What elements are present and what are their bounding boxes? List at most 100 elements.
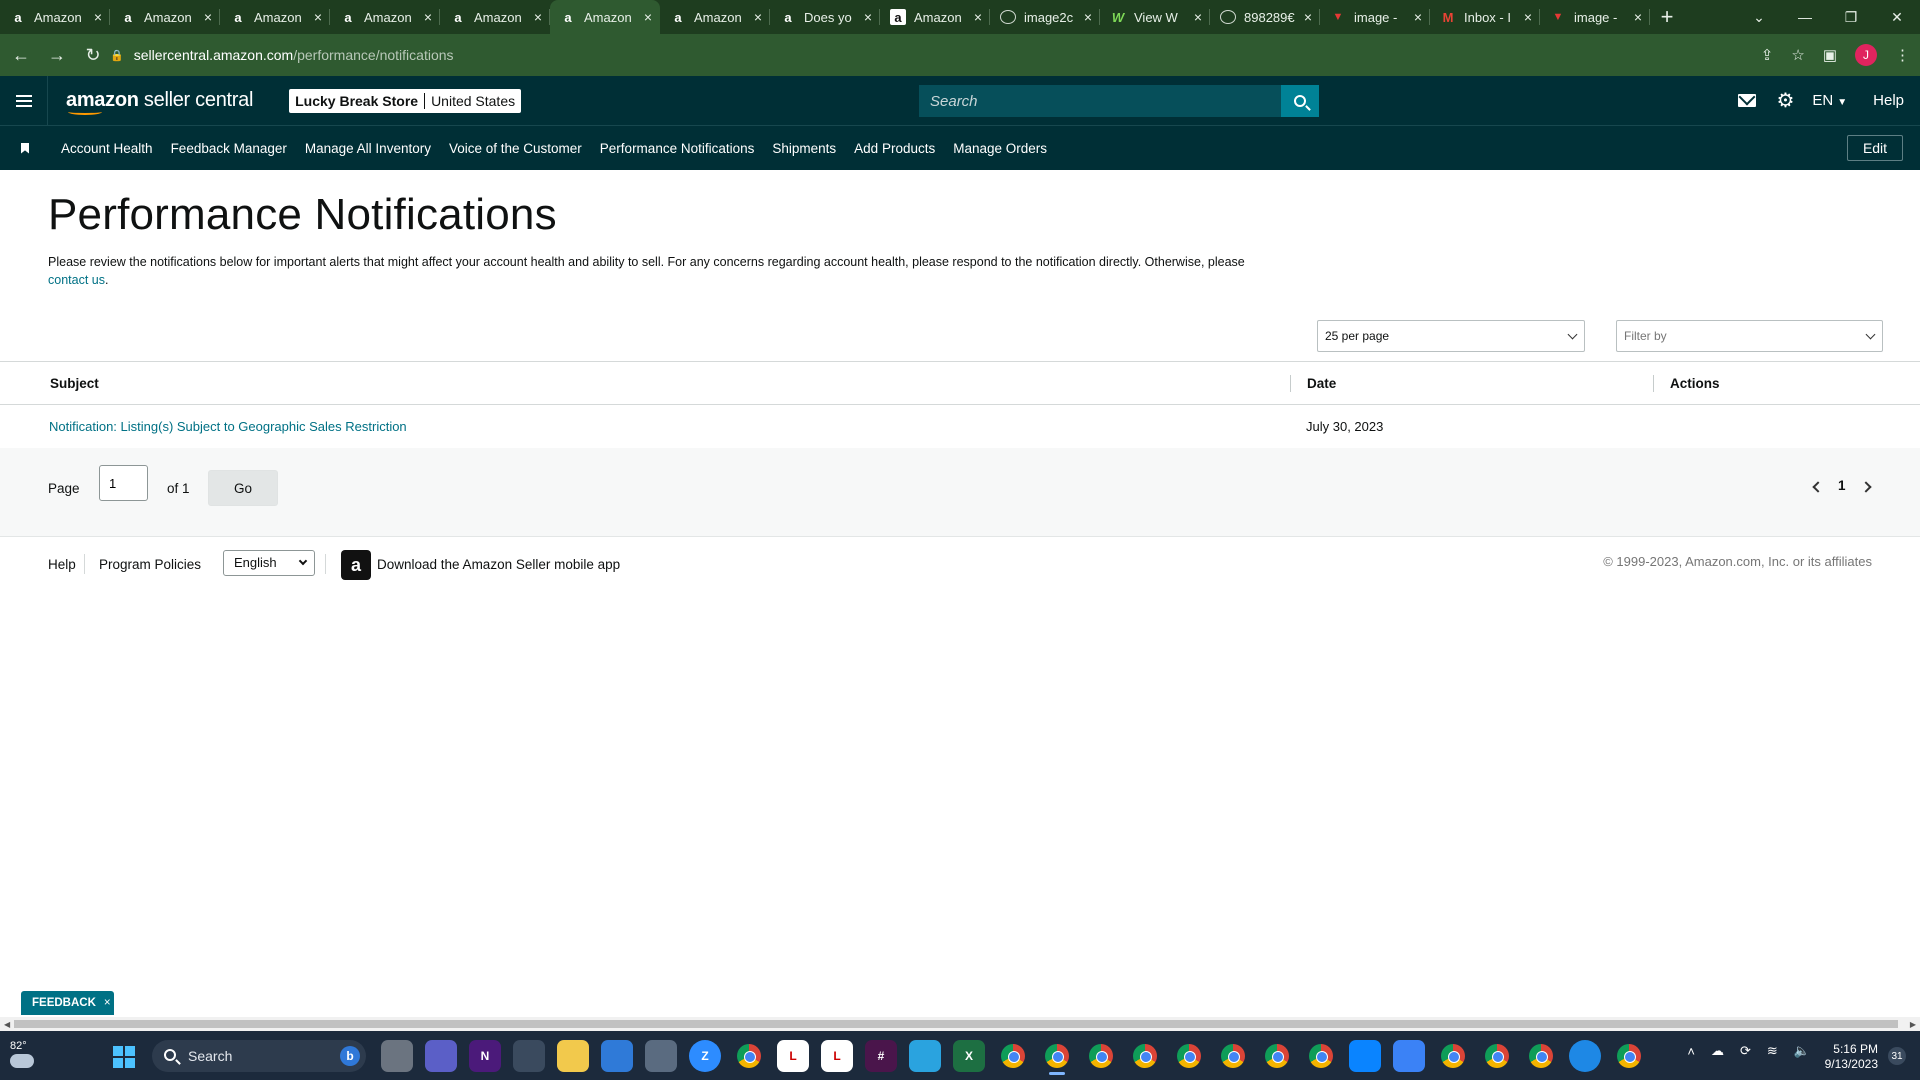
close-tab-icon[interactable]: × (974, 9, 982, 25)
browser-tab[interactable]: ▼ image - × (1540, 0, 1650, 34)
current-page-number[interactable]: 1 (1838, 478, 1846, 493)
browser-tab[interactable]: a Amazon × (330, 0, 440, 34)
amazon-app-icon[interactable]: a (341, 550, 371, 580)
zoom-icon[interactable]: Z (689, 1040, 721, 1072)
feedback-button[interactable]: FEEDBACK × (21, 991, 114, 1015)
close-tab-icon[interactable]: × (864, 9, 872, 25)
search-button[interactable] (1281, 85, 1319, 117)
taskbar-search[interactable]: Search b (152, 1040, 366, 1072)
nav-item[interactable]: Manage All Inventory (305, 141, 431, 156)
bookmark-icon[interactable] (21, 142, 29, 154)
nzxt-icon[interactable]: N (469, 1040, 501, 1072)
close-tab-icon[interactable]: × (94, 9, 102, 25)
browser-tab[interactable]: a Amazon × (880, 0, 990, 34)
chevron-up-icon[interactable]: ˄ (1687, 1044, 1695, 1059)
calendar-icon[interactable] (601, 1040, 633, 1072)
teams-icon[interactable] (425, 1040, 457, 1072)
feedback-close-icon[interactable]: × (104, 997, 111, 1009)
gear-icon[interactable]: ⚙ (1776, 88, 1794, 113)
task-view-icon[interactable] (381, 1040, 413, 1072)
browser-tab[interactable]: a Amazon × (550, 0, 660, 34)
side-panel-icon[interactable]: ▣ (1823, 46, 1837, 64)
scroll-left-icon[interactable]: ◀ (4, 1020, 10, 1029)
chrome-icon[interactable] (1045, 1044, 1069, 1075)
calculator-icon[interactable] (645, 1040, 677, 1072)
nav-item[interactable]: Add Products (854, 141, 935, 156)
close-tab-icon[interactable]: × (1194, 9, 1202, 25)
scroll-right-icon[interactable]: ▶ (1910, 1020, 1916, 1029)
footer-help-link[interactable]: Help (48, 557, 76, 572)
restore-button[interactable]: ❐ (1828, 9, 1874, 26)
chrome-icon[interactable] (1309, 1044, 1333, 1068)
notification-badge[interactable]: 31 (1888, 1047, 1906, 1065)
nav-item[interactable]: Voice of the Customer (449, 141, 582, 156)
help-link[interactable]: Help (1873, 92, 1904, 109)
wifi-icon[interactable]: ≋ (1767, 1043, 1778, 1059)
profile-avatar[interactable]: J (1855, 44, 1877, 66)
forward-button[interactable]: → (42, 45, 72, 66)
nav-item[interactable]: Shipments (772, 141, 836, 156)
close-tab-icon[interactable]: × (754, 9, 762, 25)
bookmark-star-icon[interactable]: ☆ (1791, 46, 1804, 64)
chrome-icon[interactable] (1001, 1044, 1025, 1068)
chrome-icon[interactable] (1617, 1044, 1641, 1068)
go-button[interactable]: Go (208, 470, 278, 506)
chrome-icon[interactable] (1441, 1044, 1465, 1068)
per-page-select[interactable]: 25 per page (1317, 320, 1585, 352)
app-icon[interactable] (1349, 1040, 1381, 1072)
telegram-icon[interactable] (909, 1040, 941, 1072)
nav-item[interactable]: Performance Notifications (600, 141, 755, 156)
close-tab-icon[interactable]: × (1634, 9, 1642, 25)
weather-widget[interactable]: 82° (10, 1040, 34, 1068)
close-tab-icon[interactable]: × (1414, 9, 1422, 25)
column-header-subject[interactable]: Subject (50, 376, 99, 391)
close-window-button[interactable]: ✕ (1874, 9, 1920, 26)
download-app-link[interactable]: Download the Amazon Seller mobile app (377, 557, 620, 572)
file-explorer-icon[interactable] (557, 1040, 589, 1072)
chrome-icon[interactable] (1133, 1044, 1157, 1068)
close-tab-icon[interactable]: × (204, 9, 212, 25)
browser-tab[interactable]: M Inbox - I × (1430, 0, 1540, 34)
close-tab-icon[interactable]: × (424, 9, 432, 25)
notification-subject-link[interactable]: Notification: Listing(s) Subject to Geog… (49, 419, 407, 434)
onedrive-icon[interactable]: ☁ (1711, 1043, 1724, 1059)
browser-tab[interactable]: W View W × (1100, 0, 1210, 34)
chevron-left-icon[interactable] (1812, 481, 1824, 493)
chrome-icon[interactable] (737, 1044, 761, 1068)
nav-item[interactable]: Account Health (61, 141, 153, 156)
chrome-icon[interactable] (1089, 1044, 1113, 1068)
close-tab-icon[interactable]: × (1524, 9, 1532, 25)
page-number-input[interactable] (99, 465, 148, 501)
footer-language-select[interactable]: English (223, 550, 315, 576)
search-input[interactable]: Search (919, 85, 1281, 117)
new-tab-button[interactable]: + (1650, 0, 1684, 34)
address-bar[interactable]: 🔒 sellercentral.amazon.com/performance/n… (110, 39, 1800, 71)
excel-icon[interactable]: X (953, 1040, 985, 1072)
hamburger-menu-icon[interactable] (0, 76, 48, 125)
chrome-icon[interactable] (1265, 1044, 1289, 1068)
browser-tab[interactable]: a Amazon × (440, 0, 550, 34)
chrome-icon[interactable] (1221, 1044, 1245, 1068)
chevron-right-icon[interactable] (1860, 481, 1872, 493)
nav-item[interactable]: Feedback Manager (171, 141, 287, 156)
document-app-icon[interactable]: L (777, 1040, 809, 1072)
browser-tab[interactable]: 898289€ × (1210, 0, 1320, 34)
column-header-date[interactable]: Date (1307, 376, 1336, 391)
program-policies-link[interactable]: Program Policies (99, 557, 201, 572)
browser-tab[interactable]: a Amazon × (0, 0, 110, 34)
browser-tab[interactable]: a Does yo × (770, 0, 880, 34)
edge-icon[interactable] (1569, 1040, 1601, 1072)
chrome-icon[interactable] (1529, 1044, 1553, 1068)
share-icon[interactable]: ⇪ (1761, 46, 1774, 64)
contact-us-link[interactable]: contact us (48, 273, 105, 287)
store-picker[interactable]: Lucky Break Store United States (289, 88, 522, 113)
reload-button[interactable]: ↻ (78, 45, 108, 66)
horizontal-scrollbar[interactable]: ◀ ▶ (0, 1017, 1920, 1031)
back-button[interactable]: ← (6, 45, 36, 66)
nav-item[interactable]: Manage Orders (953, 141, 1047, 156)
tab-search-icon[interactable]: ⌄ (1736, 9, 1782, 26)
slack-icon[interactable]: # (865, 1040, 897, 1072)
document-app-icon[interactable]: L (821, 1040, 853, 1072)
system-clock[interactable]: 5:16 PM 9/13/2023 (1825, 1042, 1878, 1072)
seller-central-logo[interactable]: amazon seller central (66, 89, 253, 115)
